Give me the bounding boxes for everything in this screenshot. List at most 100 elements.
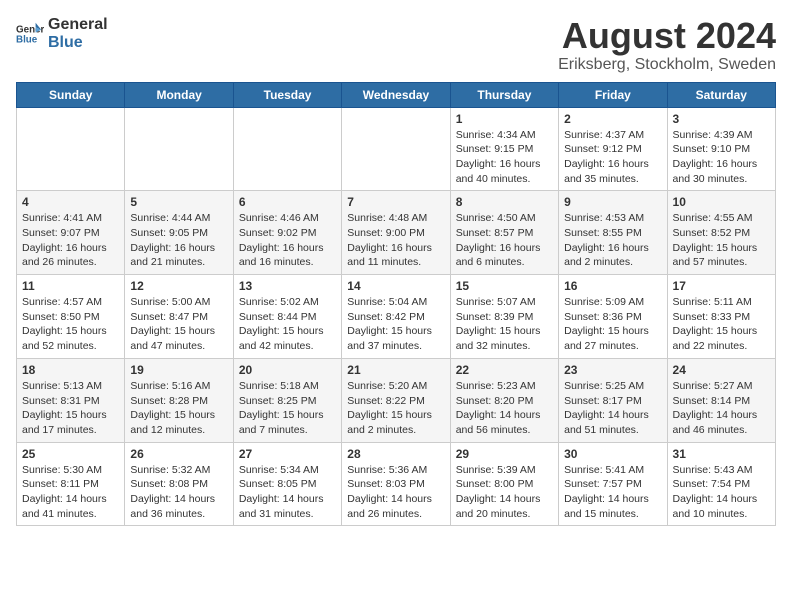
day-info: Sunrise: 4:44 AM Sunset: 9:05 PM Dayligh… xyxy=(130,211,227,270)
day-info: Sunrise: 4:41 AM Sunset: 9:07 PM Dayligh… xyxy=(22,211,119,270)
calendar-cell xyxy=(17,107,125,191)
day-number: 21 xyxy=(347,363,444,377)
day-info: Sunrise: 5:30 AM Sunset: 8:11 PM Dayligh… xyxy=(22,463,119,522)
col-tuesday: Tuesday xyxy=(233,82,341,107)
calendar-cell: 2 Sunrise: 4:37 AM Sunset: 9:12 PM Daylig… xyxy=(559,107,667,191)
day-number: 20 xyxy=(239,363,336,377)
day-number: 29 xyxy=(456,447,553,461)
day-info: Sunrise: 5:09 AM Sunset: 8:36 PM Dayligh… xyxy=(564,295,661,354)
week-row-3: 11 Sunrise: 4:57 AM Sunset: 8:50 PM Dayli… xyxy=(17,275,776,359)
day-number: 25 xyxy=(22,447,119,461)
day-info: Sunrise: 5:41 AM Sunset: 7:57 PM Dayligh… xyxy=(564,463,661,522)
day-info: Sunrise: 4:39 AM Sunset: 9:10 PM Dayligh… xyxy=(673,128,770,187)
day-info: Sunrise: 4:55 AM Sunset: 8:52 PM Dayligh… xyxy=(673,211,770,270)
calendar-cell: 26 Sunrise: 5:32 AM Sunset: 8:08 PM Dayli… xyxy=(125,442,233,526)
day-info: Sunrise: 4:34 AM Sunset: 9:15 PM Dayligh… xyxy=(456,128,553,187)
day-number: 5 xyxy=(130,195,227,209)
week-row-5: 25 Sunrise: 5:30 AM Sunset: 8:11 PM Dayli… xyxy=(17,442,776,526)
day-number: 11 xyxy=(22,279,119,293)
calendar-cell xyxy=(125,107,233,191)
day-number: 16 xyxy=(564,279,661,293)
day-info: Sunrise: 4:57 AM Sunset: 8:50 PM Dayligh… xyxy=(22,295,119,354)
day-number: 24 xyxy=(673,363,770,377)
day-number: 12 xyxy=(130,279,227,293)
day-number: 27 xyxy=(239,447,336,461)
calendar-body: 1 Sunrise: 4:34 AM Sunset: 9:15 PM Daylig… xyxy=(17,107,776,526)
calendar-cell: 28 Sunrise: 5:36 AM Sunset: 8:03 PM Dayli… xyxy=(342,442,450,526)
day-info: Sunrise: 4:46 AM Sunset: 9:02 PM Dayligh… xyxy=(239,211,336,270)
day-info: Sunrise: 5:07 AM Sunset: 8:39 PM Dayligh… xyxy=(456,295,553,354)
day-number: 23 xyxy=(564,363,661,377)
day-number: 17 xyxy=(673,279,770,293)
day-number: 15 xyxy=(456,279,553,293)
day-info: Sunrise: 5:27 AM Sunset: 8:14 PM Dayligh… xyxy=(673,379,770,438)
day-info: Sunrise: 5:43 AM Sunset: 7:54 PM Dayligh… xyxy=(673,463,770,522)
svg-text:Blue: Blue xyxy=(16,34,38,45)
calendar-cell: 24 Sunrise: 5:27 AM Sunset: 8:14 PM Dayli… xyxy=(667,358,775,442)
title-area: August 2024 Eriksberg, Stockholm, Sweden xyxy=(558,16,776,74)
day-number: 2 xyxy=(564,112,661,126)
logo-general-text: General xyxy=(48,16,108,34)
day-number: 6 xyxy=(239,195,336,209)
calendar-cell: 23Sunrise: 5:25 AM Sunset: 8:17 PM Dayli… xyxy=(559,358,667,442)
day-info: Sunrise: 5:16 AM Sunset: 8:28 PM Dayligh… xyxy=(130,379,227,438)
day-number: 1 xyxy=(456,112,553,126)
col-sunday: Sunday xyxy=(17,82,125,107)
calendar-cell: 13Sunrise: 5:02 AM Sunset: 8:44 PM Dayli… xyxy=(233,275,341,359)
col-friday: Friday xyxy=(559,82,667,107)
calendar-cell: 6 Sunrise: 4:46 AM Sunset: 9:02 PM Daylig… xyxy=(233,191,341,275)
calendar-cell: 7Sunrise: 4:48 AM Sunset: 9:00 PM Daylig… xyxy=(342,191,450,275)
day-number: 31 xyxy=(673,447,770,461)
month-title: August 2024 xyxy=(558,16,776,56)
calendar-table: Sunday Monday Tuesday Wednesday Thursday… xyxy=(16,82,776,527)
calendar-cell: 4 Sunrise: 4:41 AM Sunset: 9:07 PM Daylig… xyxy=(17,191,125,275)
calendar-cell: 21Sunrise: 5:20 AM Sunset: 8:22 PM Dayli… xyxy=(342,358,450,442)
day-info: Sunrise: 5:23 AM Sunset: 8:20 PM Dayligh… xyxy=(456,379,553,438)
calendar-cell: 30 Sunrise: 5:41 AM Sunset: 7:57 PM Dayli… xyxy=(559,442,667,526)
header-row: Sunday Monday Tuesday Wednesday Thursday… xyxy=(17,82,776,107)
calendar-cell: 8Sunrise: 4:50 AM Sunset: 8:57 PM Daylig… xyxy=(450,191,558,275)
day-info: Sunrise: 5:18 AM Sunset: 8:25 PM Dayligh… xyxy=(239,379,336,438)
day-number: 9 xyxy=(564,195,661,209)
calendar-cell: 20 Sunrise: 5:18 AM Sunset: 8:25 PM Dayli… xyxy=(233,358,341,442)
day-info: Sunrise: 5:04 AM Sunset: 8:42 PM Dayligh… xyxy=(347,295,444,354)
day-number: 3 xyxy=(673,112,770,126)
col-thursday: Thursday xyxy=(450,82,558,107)
day-info: Sunrise: 5:13 AM Sunset: 8:31 PM Dayligh… xyxy=(22,379,119,438)
calendar-cell: 12 Sunrise: 5:00 AM Sunset: 8:47 PM Dayli… xyxy=(125,275,233,359)
calendar-cell: 15 Sunrise: 5:07 AM Sunset: 8:39 PM Dayli… xyxy=(450,275,558,359)
col-saturday: Saturday xyxy=(667,82,775,107)
day-info: Sunrise: 5:00 AM Sunset: 8:47 PM Dayligh… xyxy=(130,295,227,354)
calendar-cell: 1 Sunrise: 4:34 AM Sunset: 9:15 PM Daylig… xyxy=(450,107,558,191)
calendar-cell: 18Sunrise: 5:13 AM Sunset: 8:31 PM Dayli… xyxy=(17,358,125,442)
calendar-cell: 5 Sunrise: 4:44 AM Sunset: 9:05 PM Daylig… xyxy=(125,191,233,275)
calendar-cell: 9 Sunrise: 4:53 AM Sunset: 8:55 PM Daylig… xyxy=(559,191,667,275)
day-info: Sunrise: 4:53 AM Sunset: 8:55 PM Dayligh… xyxy=(564,211,661,270)
day-info: Sunrise: 5:32 AM Sunset: 8:08 PM Dayligh… xyxy=(130,463,227,522)
calendar-cell xyxy=(233,107,341,191)
calendar-cell: 11 Sunrise: 4:57 AM Sunset: 8:50 PM Dayli… xyxy=(17,275,125,359)
calendar-cell: 27 Sunrise: 5:34 AM Sunset: 8:05 PM Dayli… xyxy=(233,442,341,526)
day-number: 28 xyxy=(347,447,444,461)
day-info: Sunrise: 5:34 AM Sunset: 8:05 PM Dayligh… xyxy=(239,463,336,522)
week-row-4: 18Sunrise: 5:13 AM Sunset: 8:31 PM Dayli… xyxy=(17,358,776,442)
day-number: 26 xyxy=(130,447,227,461)
week-row-2: 4 Sunrise: 4:41 AM Sunset: 9:07 PM Daylig… xyxy=(17,191,776,275)
day-number: 14 xyxy=(347,279,444,293)
day-info: Sunrise: 4:37 AM Sunset: 9:12 PM Dayligh… xyxy=(564,128,661,187)
day-info: Sunrise: 4:50 AM Sunset: 8:57 PM Dayligh… xyxy=(456,211,553,270)
day-info: Sunrise: 5:39 AM Sunset: 8:00 PM Dayligh… xyxy=(456,463,553,522)
day-number: 30 xyxy=(564,447,661,461)
day-number: 4 xyxy=(22,195,119,209)
logo: General Blue General Blue xyxy=(16,16,108,51)
week-row-1: 1 Sunrise: 4:34 AM Sunset: 9:15 PM Daylig… xyxy=(17,107,776,191)
calendar-cell: 16 Sunrise: 5:09 AM Sunset: 8:36 PM Dayli… xyxy=(559,275,667,359)
day-number: 22 xyxy=(456,363,553,377)
calendar-cell: 14 Sunrise: 5:04 AM Sunset: 8:42 PM Dayli… xyxy=(342,275,450,359)
page-header: General Blue General Blue August 2024 Er… xyxy=(16,16,776,74)
calendar-cell: 31 Sunrise: 5:43 AM Sunset: 7:54 PM Dayli… xyxy=(667,442,775,526)
logo-icon: General Blue xyxy=(16,20,44,48)
location-title: Eriksberg, Stockholm, Sweden xyxy=(558,56,776,74)
day-info: Sunrise: 5:36 AM Sunset: 8:03 PM Dayligh… xyxy=(347,463,444,522)
calendar-cell: 17Sunrise: 5:11 AM Sunset: 8:33 PM Dayli… xyxy=(667,275,775,359)
